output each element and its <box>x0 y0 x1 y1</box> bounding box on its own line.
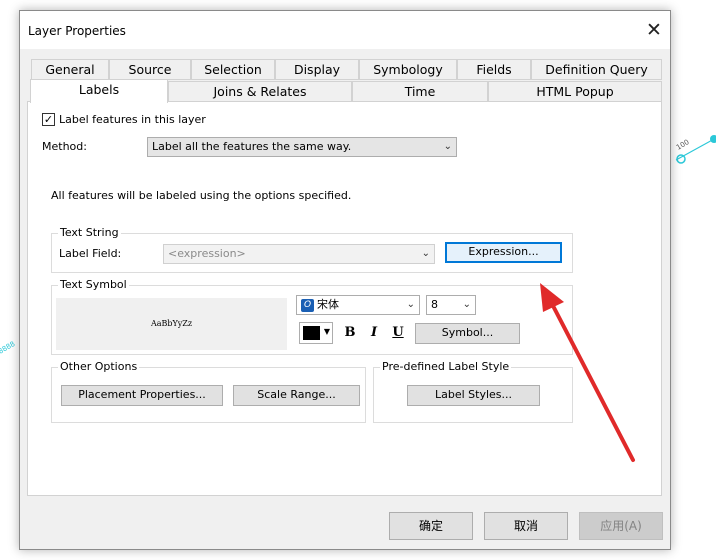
tab-html-popup[interactable]: HTML Popup <box>488 81 662 102</box>
label-field-dropdown[interactable]: <expression> ⌄ <box>163 244 435 264</box>
method-dropdown[interactable]: Label all the features the same way. ⌄ <box>147 137 457 157</box>
text-string-group-label: Text String <box>58 226 121 239</box>
chevron-down-icon: ⌄ <box>443 141 452 152</box>
color-swatch <box>303 326 320 340</box>
font-name-dropdown[interactable]: O 宋体 ⌄ <box>296 295 420 315</box>
label-styles-button[interactable]: Label Styles... <box>407 385 540 406</box>
chevron-down-icon: ⌄ <box>421 248 430 259</box>
tab-fields[interactable]: Fields <box>457 59 531 80</box>
ok-button[interactable]: 确定 <box>389 512 473 540</box>
label-field-label: Label Field: <box>59 247 122 260</box>
chevron-down-icon: ⌄ <box>462 299 471 310</box>
font-type-icon: O <box>301 298 314 312</box>
text-string-group: Text String Label Field: <expression> ⌄ … <box>51 226 573 273</box>
tab-labels[interactable]: Labels <box>30 79 168 103</box>
predefined-label-style-group-label: Pre-defined Label Style <box>380 360 512 373</box>
tab-time[interactable]: Time <box>352 81 488 102</box>
predefined-label-style-group: Pre-defined Label Style Label Styles... <box>373 360 573 423</box>
label-features-checkbox[interactable]: ✓ <box>42 113 55 126</box>
tab-joins-relates[interactable]: Joins & Relates <box>168 81 352 102</box>
tab-definition-query[interactable]: Definition Query <box>531 59 662 80</box>
caret-down-icon: ▼ <box>323 327 330 336</box>
scale-range-button[interactable]: Scale Range... <box>233 385 360 406</box>
text-symbol-group: Text Symbol AaBbYyZz O 宋体 ⌄ 8 ⌄ ▼ B I U S… <box>51 278 573 355</box>
expression-button[interactable]: Expression... <box>445 242 562 263</box>
tab-source[interactable]: Source <box>109 59 191 80</box>
underline-button[interactable]: U <box>389 324 407 342</box>
labels-tab-panel: ✓ Label features in this layer Method: L… <box>27 101 662 496</box>
tab-symbology[interactable]: Symbology <box>359 59 457 80</box>
italic-button[interactable]: I <box>365 324 383 342</box>
map-feature-point <box>710 135 716 143</box>
title-bar: Layer Properties ✕ <box>20 11 670 49</box>
bold-button[interactable]: B <box>341 324 359 342</box>
tab-selection[interactable]: Selection <box>191 59 275 80</box>
map-feature-label: 8888 <box>0 340 16 356</box>
text-symbol-group-label: Text Symbol <box>58 278 129 291</box>
font-name-value: 宋体 <box>317 298 339 311</box>
method-value: Label all the features the same way. <box>152 140 352 153</box>
cancel-button[interactable]: 取消 <box>484 512 568 540</box>
label-features-text: Label features in this layer <box>59 113 206 126</box>
font-size-value: 8 <box>431 298 438 311</box>
other-options-group: Other Options Placement Properties... Sc… <box>51 360 366 423</box>
placement-properties-button[interactable]: Placement Properties... <box>61 385 223 406</box>
window-title: Layer Properties <box>28 24 126 38</box>
other-options-group-label: Other Options <box>58 360 140 373</box>
tab-display[interactable]: Display <box>275 59 359 80</box>
symbol-button[interactable]: Symbol... <box>415 323 520 344</box>
layer-properties-dialog: Layer Properties ✕ General Source Select… <box>19 10 671 550</box>
font-size-dropdown[interactable]: 8 ⌄ <box>426 295 476 315</box>
text-symbol-preview: AaBbYyZz <box>56 298 287 350</box>
apply-button[interactable]: 应用(A) <box>579 512 663 540</box>
label-field-value: <expression> <box>168 247 246 260</box>
color-picker[interactable]: ▼ <box>299 322 333 344</box>
info-text: All features will be labeled using the o… <box>51 189 352 202</box>
tab-general[interactable]: General <box>31 59 109 80</box>
close-icon[interactable]: ✕ <box>640 17 668 43</box>
chevron-down-icon: ⌄ <box>406 299 415 310</box>
map-feature-label: 100 <box>675 138 691 152</box>
method-label: Method: <box>42 140 87 153</box>
